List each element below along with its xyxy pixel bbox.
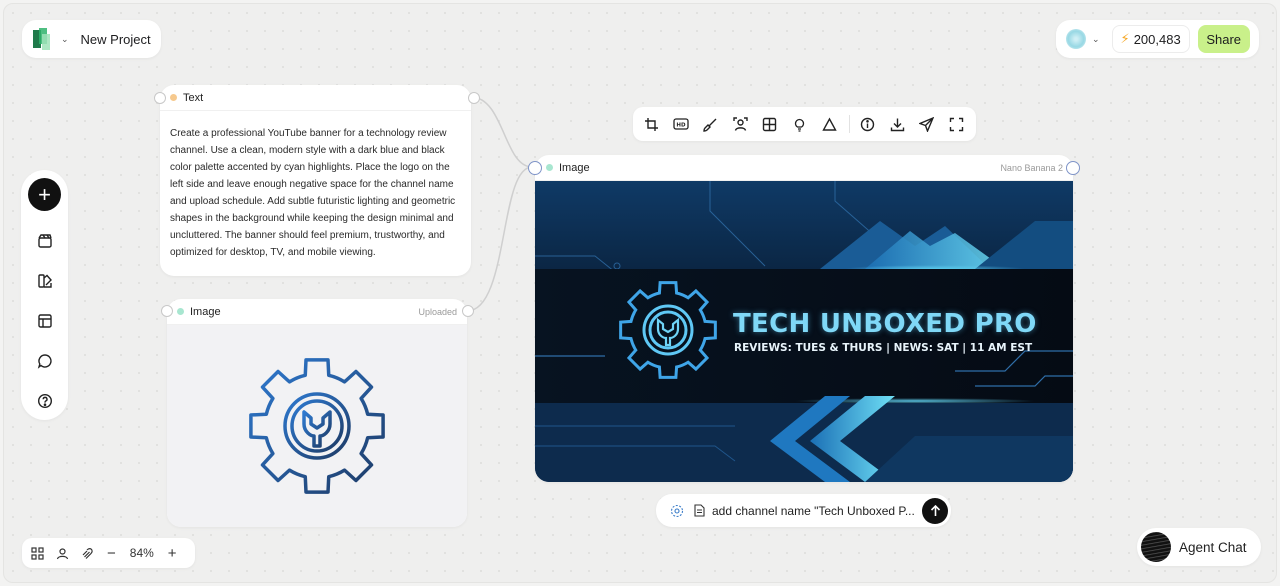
- light-icon[interactable]: [790, 114, 810, 134]
- chevron-down-icon: ⌄: [61, 33, 69, 44]
- banner-image: TECH UNBOXED PRO REVIEWS: TUES & THURS |…: [535, 181, 1073, 482]
- sparkle-icon[interactable]: [670, 504, 684, 518]
- node-title: Text: [183, 91, 204, 104]
- grid-view-icon[interactable]: [31, 546, 44, 560]
- project-menu[interactable]: ⌄ New Project: [22, 20, 161, 58]
- status-dot: [170, 94, 177, 101]
- node-meta: Uploaded: [418, 306, 457, 317]
- banner-subtitle: REVIEWS: TUES & THURS | NEWS: SAT | 11 A…: [734, 342, 1033, 354]
- prompt-input[interactable]: add channel name "Tech Unboxed P...: [712, 504, 917, 518]
- generated-image-node[interactable]: Image Nano Banana 2 TECH UNBOXED PRO REV…: [535, 155, 1073, 482]
- bolt-icon: ⚡: [1120, 31, 1130, 46]
- upload-node-input-port[interactable]: [161, 305, 173, 317]
- text-node-input-port[interactable]: [154, 92, 166, 104]
- banner-title: TECH UNBOXED PRO: [733, 309, 1037, 339]
- gear-wrench-logo-icon: [249, 358, 385, 494]
- grid-icon[interactable]: [760, 114, 780, 134]
- document-icon: [694, 504, 705, 517]
- help-icon[interactable]: [35, 391, 55, 411]
- upload-node-header[interactable]: Image Uploaded: [167, 299, 467, 325]
- agent-chat-label: Agent Chat: [1179, 539, 1247, 555]
- clapperboard-icon[interactable]: [35, 231, 55, 251]
- image-node-output-port[interactable]: [1066, 161, 1080, 175]
- text-node[interactable]: Text Create a professional YouTube banne…: [160, 85, 471, 276]
- hd-icon[interactable]: HD: [672, 114, 692, 134]
- credits-value: 200,483: [1133, 31, 1181, 47]
- chevron-down-icon[interactable]: ⌄: [1092, 34, 1100, 45]
- crop-icon[interactable]: [642, 114, 662, 134]
- uploaded-image-node[interactable]: Image Uploaded: [167, 299, 467, 527]
- node-title: Image: [559, 161, 590, 174]
- credits-badge[interactable]: ⚡ 200,483: [1111, 25, 1190, 53]
- add-node-button[interactable]: +: [28, 178, 61, 211]
- status-dot: [177, 308, 184, 315]
- model-name: Nano Banana 2: [1000, 162, 1063, 173]
- zoom-level[interactable]: 84%: [130, 546, 154, 560]
- agent-avatar: [1141, 532, 1171, 562]
- brush-icon[interactable]: [701, 114, 721, 134]
- send-icon[interactable]: [917, 114, 937, 134]
- top-right-controls: ⌄ ⚡ 200,483 Share: [1056, 20, 1259, 58]
- share-button[interactable]: Share: [1197, 25, 1250, 53]
- image-toolbar: HD: [633, 107, 976, 141]
- zoom-in-button[interactable]: +: [168, 545, 177, 562]
- uploaded-logo-image: [167, 325, 467, 527]
- canvas[interactable]: ⌄ New Project ⌄ ⚡ 200,483 Share + − 84% …: [3, 3, 1277, 583]
- left-toolbar: +: [21, 170, 68, 420]
- app-logo-icon: [33, 28, 53, 50]
- upload-node-output-port[interactable]: [462, 305, 474, 317]
- text-node-header[interactable]: Text: [160, 85, 471, 111]
- zoom-bar: − 84% +: [22, 538, 195, 568]
- zoom-out-button[interactable]: −: [107, 545, 116, 562]
- triangle-icon[interactable]: [819, 114, 839, 134]
- image-node-header[interactable]: Image Nano Banana 2: [535, 155, 1073, 181]
- image-node-input-port[interactable]: [528, 161, 542, 175]
- toolbar-divider: [848, 115, 850, 133]
- prompt-bar: add channel name "Tech Unboxed P...: [656, 494, 951, 527]
- agent-chat-button[interactable]: Agent Chat: [1137, 528, 1261, 566]
- svg-text:HD: HD: [677, 123, 687, 129]
- text-node-output-port[interactable]: [468, 92, 480, 104]
- person-icon[interactable]: [731, 114, 751, 134]
- node-title: Image: [190, 305, 221, 318]
- fullscreen-icon[interactable]: [946, 114, 966, 134]
- user-avatar[interactable]: [1066, 29, 1086, 49]
- download-icon[interactable]: [887, 114, 907, 134]
- palette-icon[interactable]: [35, 271, 55, 291]
- status-dot: [546, 164, 553, 171]
- layout-icon[interactable]: [35, 311, 55, 331]
- project-name: New Project: [80, 31, 151, 47]
- user-icon[interactable]: [56, 547, 69, 560]
- chat-icon[interactable]: [35, 351, 55, 371]
- hand-icon[interactable]: [81, 547, 95, 560]
- info-icon[interactable]: [858, 114, 878, 134]
- send-button[interactable]: [922, 497, 948, 524]
- prompt-text[interactable]: Create a professional YouTube banner for…: [160, 111, 471, 261]
